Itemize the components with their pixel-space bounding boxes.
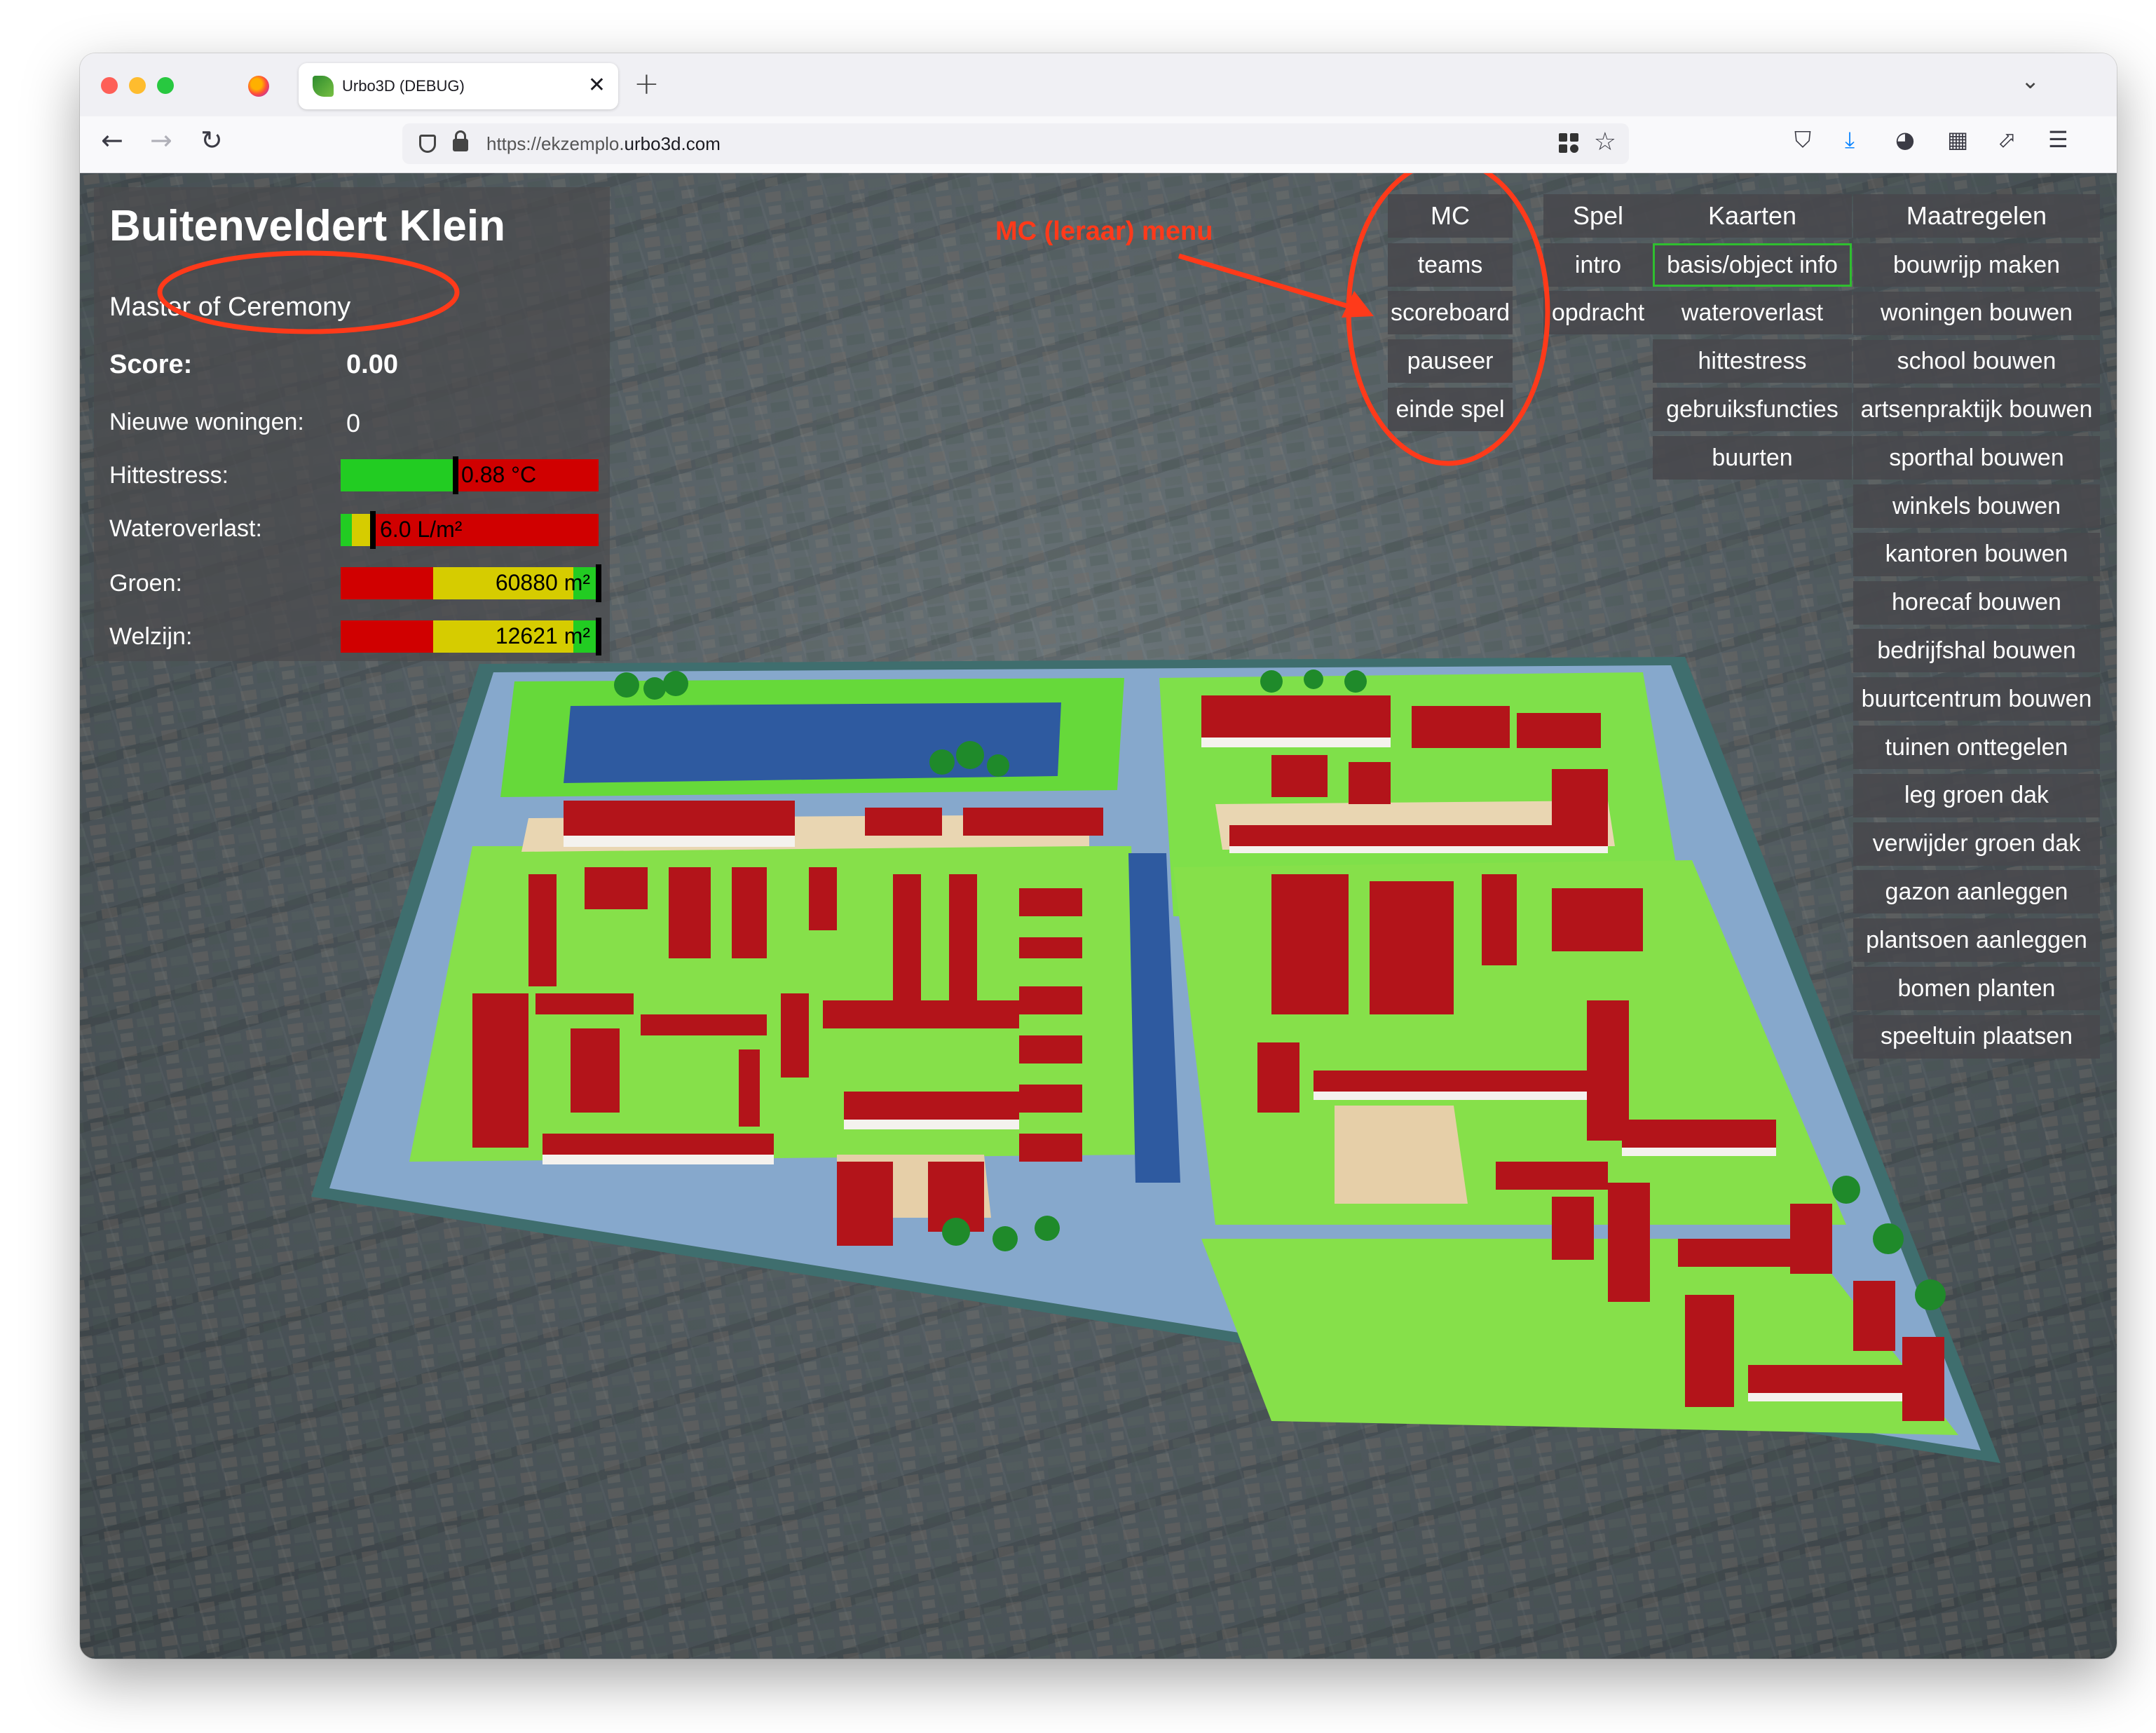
wellbeing-bar: 12621 m² [341,618,601,655]
bookmark-star-icon[interactable]: ☆ [1594,128,1616,156]
menu-item-plantsoen-aanleggen[interactable]: plantsoen aanleggen [1853,918,2100,963]
menu-item-scoreboard[interactable]: scoreboard [1388,291,1513,334]
forward-arrow-icon[interactable]: → [150,125,172,156]
wellbeing-label: Welzijn: [109,623,193,650]
close-window-button[interactable] [101,77,118,94]
menu-header-kaarten[interactable]: Kaarten [1653,194,1852,238]
address-bar[interactable]: https://ekzemplo.urbo3d.com ☆ [402,123,1629,164]
browser-window: Urbo3D (DEBUG) ✕ + ⌄ ← → ↻ https://ekzem… [80,53,2117,1659]
green-bar: 60880 m² [341,564,601,602]
pocket-icon[interactable]: ⛉ [1794,126,1811,154]
menu-item-intro[interactable]: intro [1543,243,1653,287]
new-homes-value: 0 [346,409,361,437]
reload-icon[interactable]: ↻ [200,125,223,156]
zoom-window-button[interactable] [157,77,174,94]
downloads-icon[interactable]: ⤓ [1845,126,1855,154]
hamburger-menu-icon[interactable]: ☰ [2048,126,2068,153]
menu-item-wateroverlast[interactable]: wateroverlast [1653,291,1852,334]
new-homes-label: Nieuwe woningen: [109,409,304,435]
lock-icon[interactable] [453,130,468,151]
menu-header-spel[interactable]: Spel [1543,194,1653,238]
pond-north [564,702,1061,783]
role-label: Master of Ceremony [109,292,351,322]
stats-panel: Buitenveldert Klein Master of Ceremony S… [94,187,610,661]
green-label: Groen: [109,570,182,597]
navigation-toolbar: ← → ↻ https://ekzemplo.urbo3d.com ☆ ⛉ ⤓ … [80,116,2117,173]
menu-item-horecaf-bouwen[interactable]: horecaf bouwen [1853,580,2100,625]
water-nuisance-label: Wateroverlast: [109,515,262,542]
green-value: 60880 m² [495,570,590,595]
menu-item-teams[interactable]: teams [1388,243,1513,287]
menu-item-buurten[interactable]: buurten [1653,436,1852,480]
menu-item-tuinen-onttegelen[interactable]: tuinen onttegelen [1853,726,2100,769]
menu-item-woningen-bouwen[interactable]: woningen bouwen [1853,291,2100,335]
menu-item-bomen-planten[interactable]: bomen planten [1853,967,2100,1010]
menu-header-mc[interactable]: MC [1388,194,1513,238]
url-text[interactable]: https://ekzemplo.urbo3d.com [486,133,721,155]
menu-item-opdracht[interactable]: opdracht [1543,291,1653,334]
tracking-protection-shield-icon[interactable] [419,135,436,153]
back-arrow-icon[interactable]: ← [101,125,123,156]
menu-item-kantoren-bouwen[interactable]: kantoren bouwen [1853,532,2100,576]
menu-item-buurtcentrum-bouwen[interactable]: buurtcentrum bouwen [1853,677,2100,721]
list-all-tabs-icon[interactable]: ⌄ [2021,67,2040,94]
menu-item-school-bouwen[interactable]: school bouwen [1853,339,2100,383]
menu-header-maatregelen[interactable]: Maatregelen [1853,194,2100,238]
menu-item-artsenpraktijk-bouwen[interactable]: artsenpraktijk bouwen [1853,388,2100,432]
urbo3d-favicon-icon [313,76,334,97]
heat-stress-label: Hittestress: [109,462,229,489]
urbo3d-viewport[interactable]: Buitenveldert Klein Master of Ceremony S… [80,173,2117,1659]
tab-title: Urbo3D (DEBUG) [342,77,465,95]
water-nuisance-value: 6.0 L/m² [380,517,463,542]
menu-item-gebruiksfuncties[interactable]: gebruiksfuncties [1653,388,1852,431]
puzzle-icon[interactable]: ⬀ [1998,126,2017,153]
browser-tab-active[interactable]: Urbo3D (DEBUG) ✕ [299,63,618,109]
annotation-label: MC (leraar) menu [995,217,1213,246]
menu-item-verwijder-groen-dak[interactable]: verwijder groen dak [1853,822,2100,866]
menu-item-sporthal-bouwen[interactable]: sporthal bouwen [1853,436,2100,480]
menu-item-speeltuin-plaatsen[interactable]: speeltuin plaatsen [1853,1014,2100,1059]
menu-item-gazon-aanleggen[interactable]: gazon aanleggen [1853,870,2100,914]
wellbeing-value: 12621 m² [495,623,590,648]
new-tab-button[interactable]: + [634,66,660,102]
minimize-window-button[interactable] [129,77,146,94]
firefox-view-icon[interactable] [248,76,269,97]
water-nuisance-bar: 6.0 L/m² [341,511,599,549]
score-value: 0.00 [346,350,398,379]
heat-stress-bar: 0.88 °C [341,456,599,494]
heat-stress-value: 0.88 °C [461,462,537,487]
menu-item-einde-spel[interactable]: einde spel [1388,388,1513,431]
menu-item-bouwrijp-maken[interactable]: bouwrijp maken [1853,243,2100,287]
menu-item-leg-groen-dak[interactable]: leg groen dak [1853,773,2100,817]
menu-item-winkels-bouwen[interactable]: winkels bouwen [1853,484,2100,528]
menu-item-bedrijfshal-bouwen[interactable]: bedrijfshal bouwen [1853,629,2100,673]
menu-item-pauseer[interactable]: pauseer [1388,339,1513,383]
score-label: Score: [109,350,193,379]
close-tab-icon[interactable]: ✕ [588,73,606,97]
area-title: Buitenveldert Klein [109,202,505,250]
extensions-grid-icon[interactable] [1559,133,1580,154]
menu-item-basis-object-info[interactable]: basis/object info [1653,243,1852,287]
menu-item-hittestress[interactable]: hittestress [1653,339,1852,383]
color-extension-icon[interactable]: ◕ [1895,126,1915,153]
tab-bar: Urbo3D (DEBUG) ✕ + ⌄ [80,53,2117,116]
extensions-icon[interactable]: ▦ [1947,126,1968,153]
